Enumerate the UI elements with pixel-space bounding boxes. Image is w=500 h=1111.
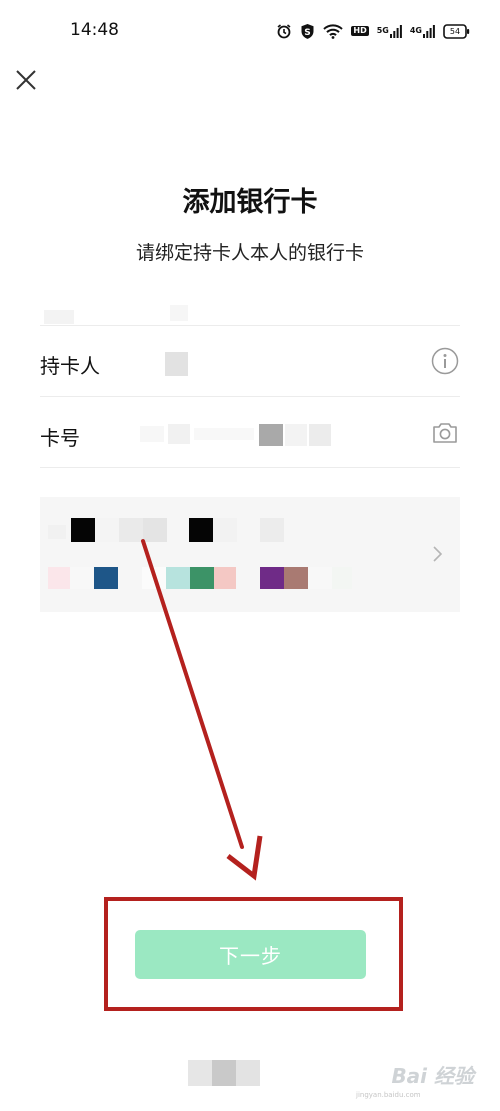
close-button[interactable] [12,66,40,94]
chevron-right-icon [433,546,443,562]
bank-redacted-16 [214,567,236,589]
hd-icon: HD [351,26,369,36]
bank-redacted-11 [94,567,118,589]
status-icons: S HD 5G 4G 54 [276,21,470,41]
card-number-label: 卡号 [40,426,80,450]
bank-redacted-10 [70,567,94,589]
bank-redacted-7 [213,518,237,542]
divider-top [40,325,460,326]
divider-mid [40,396,460,397]
network-5g-label: 5G [376,26,389,35]
card-number-redacted-5 [285,424,307,446]
bank-panel-chevron [430,544,444,564]
holder-info-button[interactable] [431,347,459,375]
bottom-redacted-1 [188,1060,212,1086]
redacted-tip-area-2 [170,305,188,321]
cardholder-value-redacted [165,352,188,376]
bank-redacted-9 [48,567,70,589]
divider-bottom [40,467,460,468]
bottom-redacted-2 [212,1060,236,1086]
card-number-redacted-3 [194,428,254,440]
camera-icon [433,423,457,443]
bank-redacted-20 [332,567,352,589]
bank-redacted-17 [260,567,284,589]
scan-card-button[interactable] [431,420,459,446]
battery-icon: 54 [443,23,470,39]
card-number-field[interactable] [140,422,340,446]
signal-5g-icon: 5G [377,24,402,38]
svg-text:S: S [305,28,311,38]
network-4g-label: 4G [409,26,422,35]
wifi-icon [323,23,344,39]
card-number-redacted-1 [140,426,164,442]
bank-redacted-14 [166,567,190,589]
status-time: 14:48 [70,20,119,40]
watermark: Bai 经验 [391,1064,474,1088]
card-number-redacted-4 [259,424,283,446]
info-icon [431,347,459,375]
bank-redacted-6 [189,518,213,542]
redacted-tip-area [44,310,74,324]
bank-redacted-8 [260,518,284,542]
bank-redacted-19 [308,567,332,589]
bank-redacted-1 [48,525,66,539]
bottom-redacted-3 [236,1060,260,1086]
bank-redacted-4 [119,518,143,542]
next-step-button[interactable]: 下一步 [135,930,366,979]
bank-redacted-13 [142,567,166,589]
bank-redacted-5 [143,518,167,542]
shield-s-icon: S [300,23,315,40]
watermark-sub: jingyan.baidu.com [356,1091,421,1099]
bank-info-panel[interactable] [40,497,460,612]
bank-redacted-18 [284,567,308,589]
bank-redacted-15 [190,567,214,589]
close-icon [16,70,36,90]
status-bar: 14:48 S HD 5G 4G 54 [0,0,500,62]
bank-redacted-12 [118,567,142,589]
page-title: 添加银行卡 [182,187,318,218]
cardholder-label: 持卡人 [40,354,100,378]
card-number-redacted-6 [309,424,331,446]
bottom-redacted-link[interactable] [188,1060,260,1086]
page-subtitle: 请绑定持卡人本人的银行卡 [135,242,364,264]
hd-label: HD [353,26,367,35]
bank-redacted-2 [71,518,95,542]
bank-redacted-3 [95,518,119,542]
signal-4g-icon: 4G [410,24,435,38]
alarm-icon [276,23,292,39]
battery-level: 54 [449,26,461,36]
card-number-redacted-2 [168,424,190,444]
